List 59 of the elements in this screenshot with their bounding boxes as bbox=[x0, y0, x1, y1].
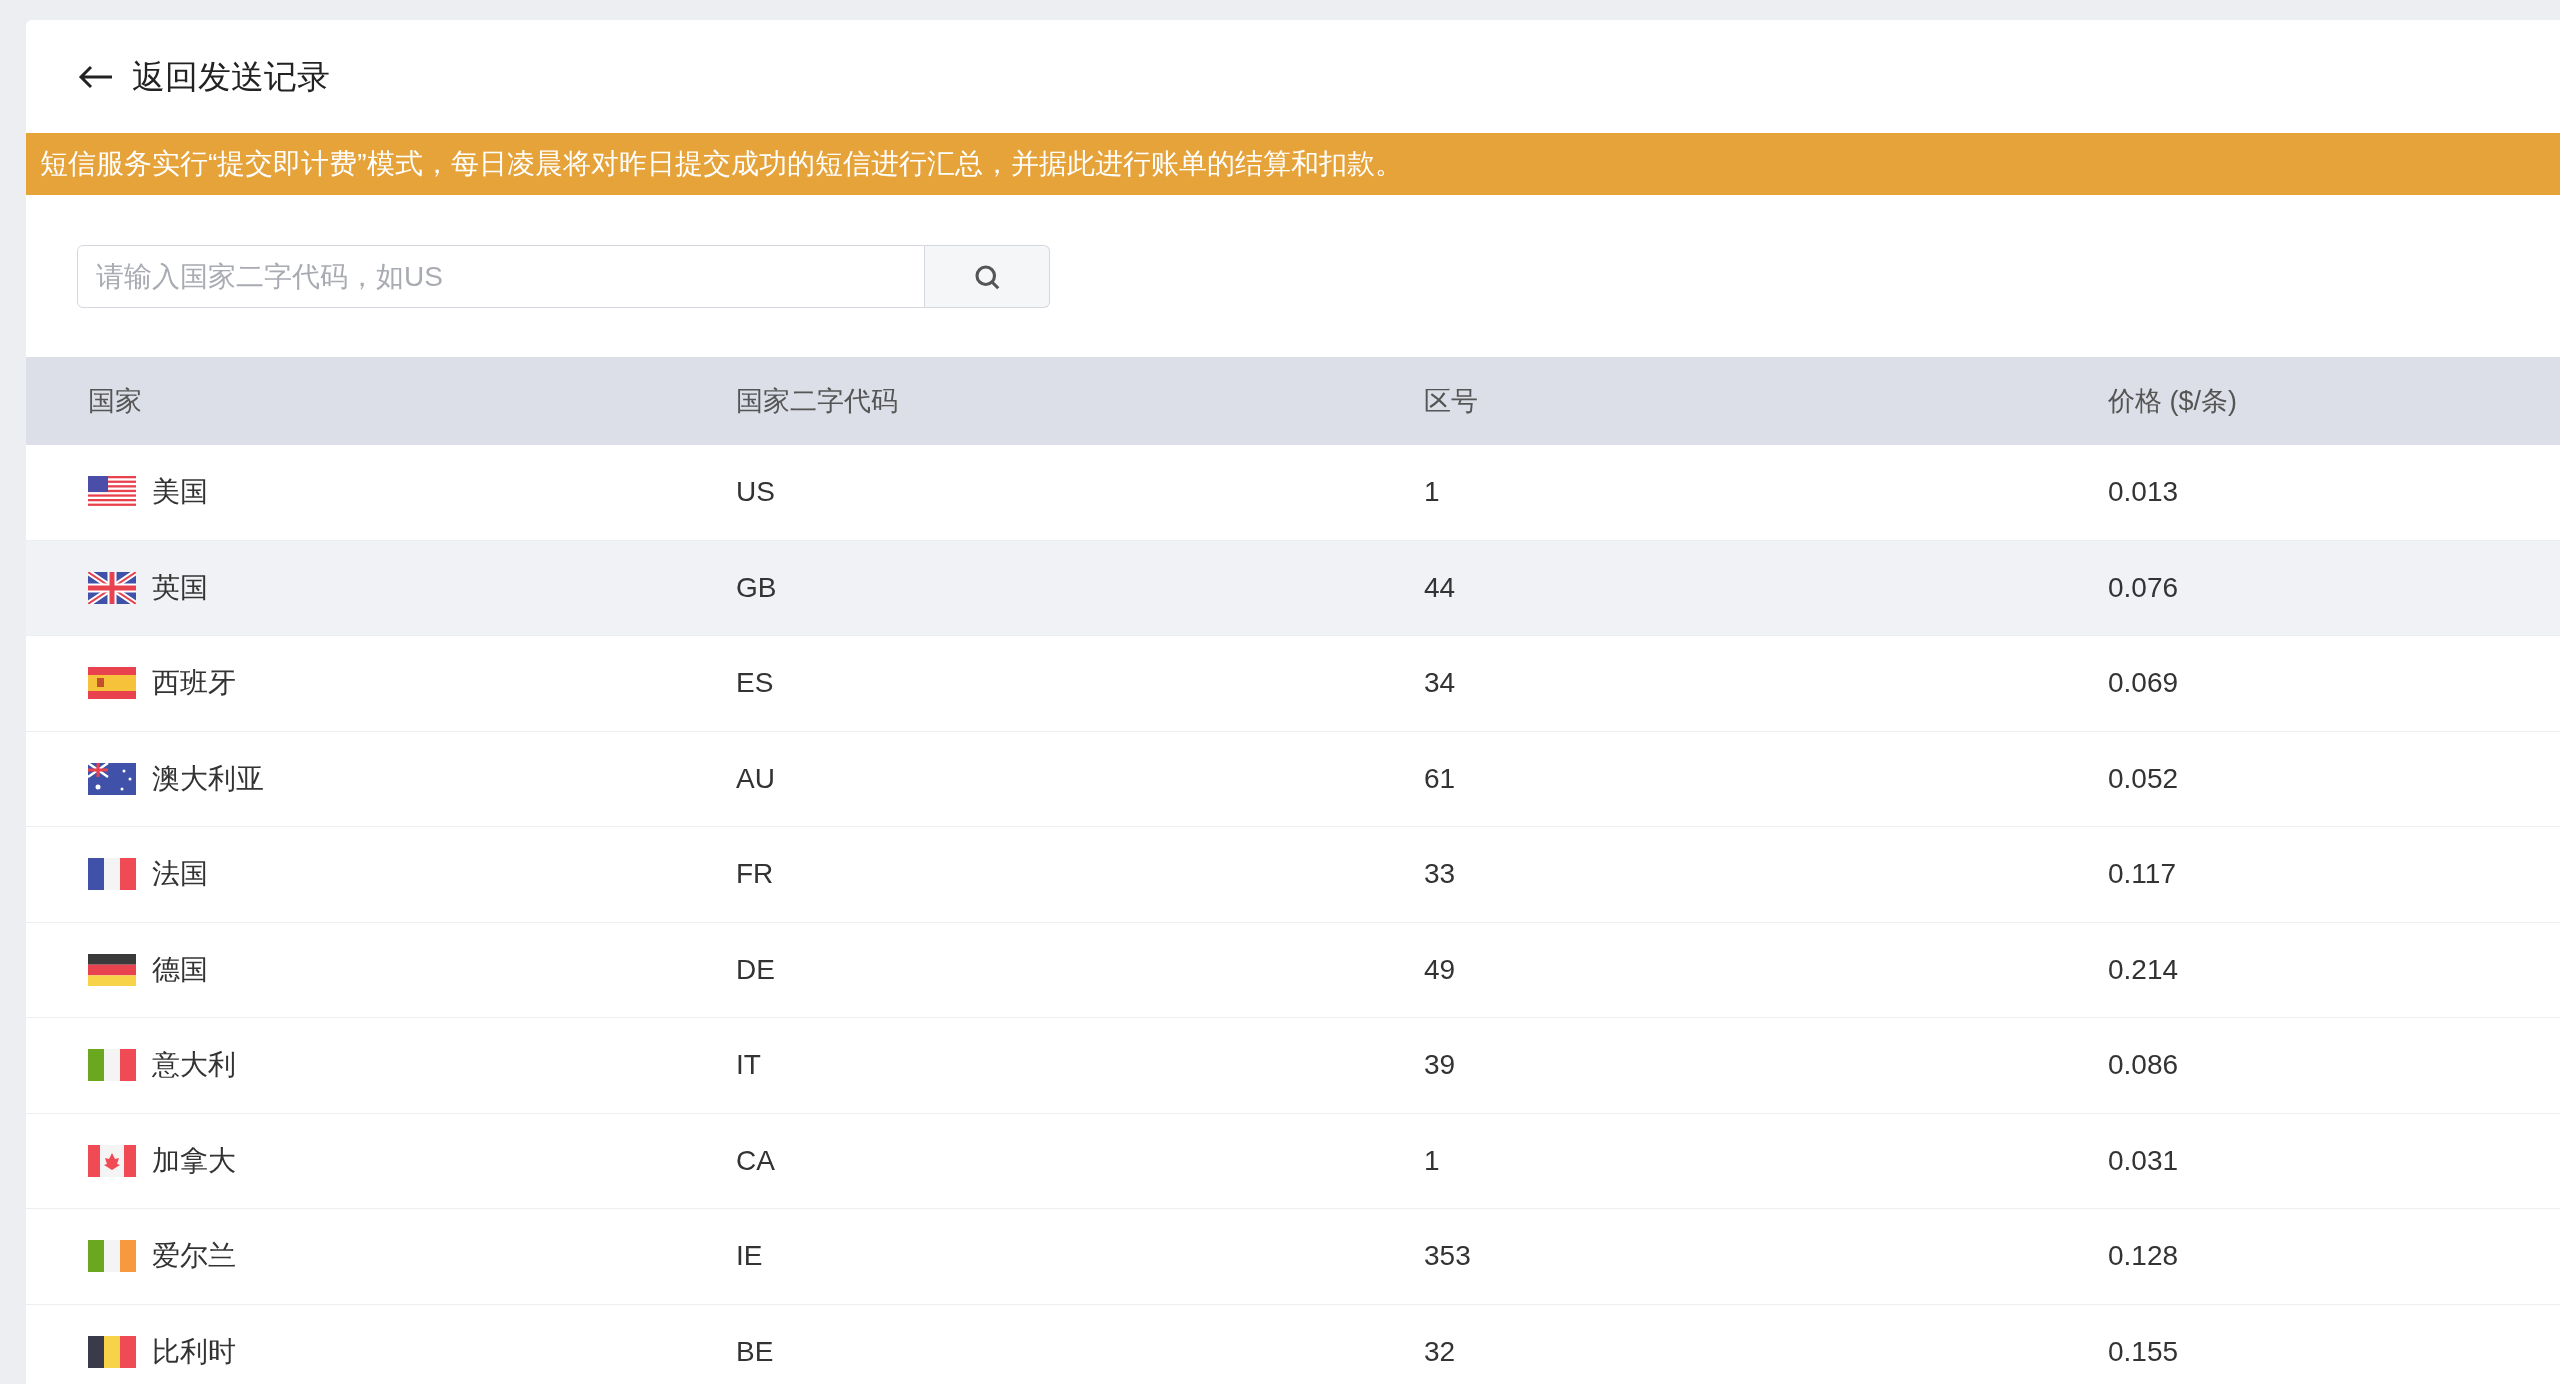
price: 0.031 bbox=[2108, 1144, 2179, 1176]
country-code: IE bbox=[736, 1240, 763, 1272]
price: 0.155 bbox=[2108, 1335, 2179, 1367]
country-name: 比利时 bbox=[152, 1334, 236, 1369]
flag-icon bbox=[88, 667, 136, 700]
country-name: 爱尔兰 bbox=[152, 1239, 236, 1274]
column-header: 区号 bbox=[1424, 385, 1478, 416]
back-arrow-icon[interactable] bbox=[78, 64, 114, 89]
dial-code: 32 bbox=[1424, 1335, 1456, 1367]
dial-code: 44 bbox=[1424, 571, 1456, 603]
dial-code: 1 bbox=[1424, 476, 1440, 508]
price: 0.076 bbox=[2108, 571, 2179, 603]
country-name: 法国 bbox=[152, 857, 208, 892]
flag-icon bbox=[88, 953, 136, 986]
flag-icon bbox=[88, 571, 136, 604]
column-header: 国家 bbox=[88, 385, 142, 416]
dial-code: 49 bbox=[1424, 953, 1456, 985]
country-name: 英国 bbox=[152, 570, 208, 605]
country-name: 澳大利亚 bbox=[152, 761, 264, 796]
country-code: FR bbox=[736, 858, 774, 890]
dial-code: 34 bbox=[1424, 667, 1456, 699]
dial-code: 33 bbox=[1424, 858, 1456, 890]
country-code: IT bbox=[736, 1049, 761, 1081]
flag-icon bbox=[88, 762, 136, 795]
price: 0.117 bbox=[2108, 858, 2176, 890]
flag-icon bbox=[88, 1144, 136, 1177]
price: 0.214 bbox=[2108, 953, 2179, 985]
country-code: BE bbox=[736, 1335, 774, 1367]
country-name: 德国 bbox=[152, 952, 208, 987]
flag-icon bbox=[88, 476, 136, 509]
search-button[interactable] bbox=[925, 245, 1050, 308]
flag-icon bbox=[88, 858, 136, 891]
back-link[interactable]: 返回发送记录 bbox=[132, 51, 330, 102]
country-name: 西班牙 bbox=[152, 666, 236, 701]
column-header: 价格 ($/条) bbox=[2108, 385, 2237, 416]
flag-icon bbox=[88, 1049, 136, 1082]
dial-code: 353 bbox=[1424, 1240, 1471, 1272]
notice-banner: 短信服务实行“提交即计费”模式，每日凌晨将对昨日提交成功的短信进行汇总，并据此进行账单的结算和扣款。 bbox=[26, 133, 2560, 195]
flag-icon bbox=[88, 1240, 136, 1273]
dial-code: 61 bbox=[1424, 762, 1456, 794]
price: 0.128 bbox=[2108, 1240, 2179, 1272]
country-code: CA bbox=[736, 1144, 775, 1176]
column-header: 国家二字代码 bbox=[736, 385, 898, 416]
country-code: GB bbox=[736, 571, 777, 603]
country-name: 美国 bbox=[152, 475, 208, 510]
flag-icon bbox=[88, 1335, 136, 1368]
country-name: 加拿大 bbox=[152, 1143, 236, 1178]
price: 0.013 bbox=[2108, 476, 2179, 508]
price: 0.069 bbox=[2108, 667, 2179, 699]
price: 0.086 bbox=[2108, 1049, 2179, 1081]
search-field[interactable]: 请输入国家二字代码，如US bbox=[77, 245, 925, 308]
dial-code: 1 bbox=[1424, 1144, 1440, 1176]
country-name: 意大利 bbox=[152, 1048, 236, 1083]
country-code: AU bbox=[736, 762, 775, 794]
country-code: ES bbox=[736, 667, 774, 699]
price: 0.052 bbox=[2108, 762, 2179, 794]
country-code: DE bbox=[736, 953, 775, 985]
country-code: US bbox=[736, 476, 775, 508]
dial-code: 39 bbox=[1424, 1049, 1456, 1081]
